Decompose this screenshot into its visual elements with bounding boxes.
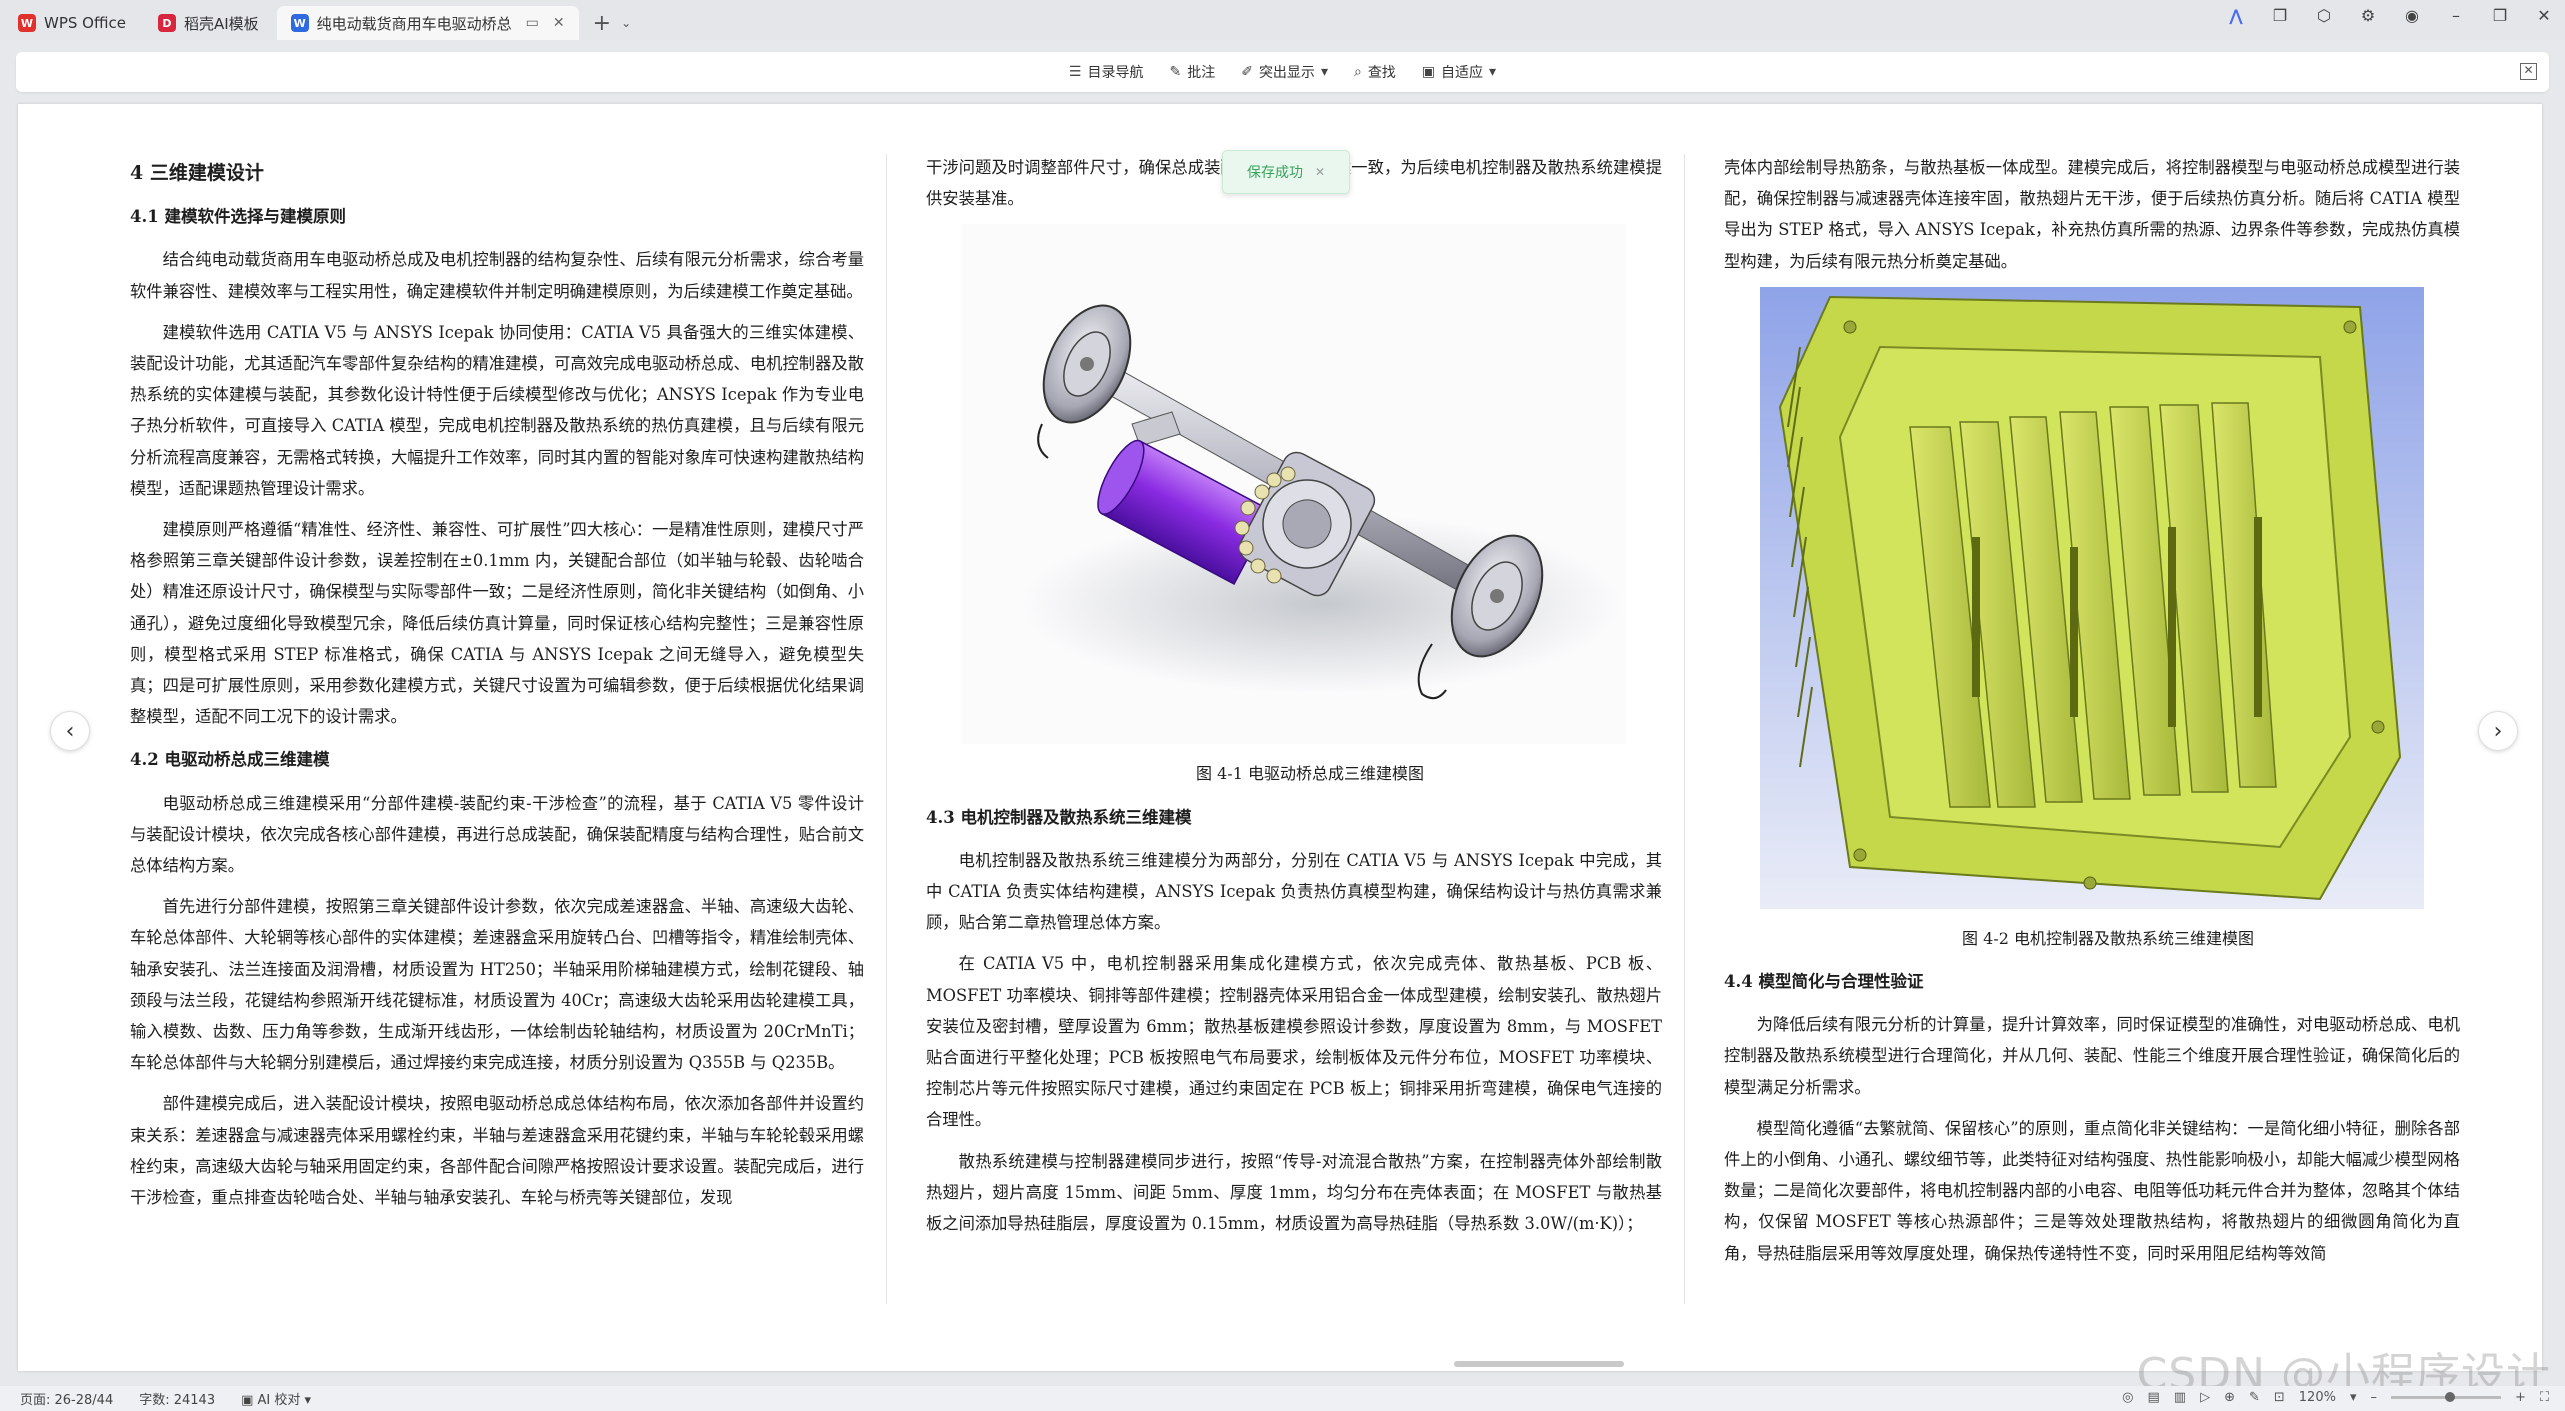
word-count[interactable]: 字数: 24143 xyxy=(139,1389,215,1408)
tab-docer-templates[interactable]: D 稻壳AI模板 xyxy=(144,6,273,40)
zoom-slider[interactable] xyxy=(2390,1392,2501,1402)
wps-logo-icon: W xyxy=(18,14,36,32)
heading-4-3: 4.3 电机控制器及散热系统三维建模 xyxy=(926,807,1192,827)
chevron-down-icon: ▾ xyxy=(300,1393,312,1408)
paragraph: 为降低后续有限元分析的计算量，提升计算效率，同时保证模型的准确性，对电驱动桥总成… xyxy=(1724,1015,2460,1097)
highlighter-icon: ✐ xyxy=(1241,64,1253,80)
document-page[interactable]: 4 三维建模设计 4.1 建模软件选择与建模原则 结合纯电动载货商用车电驱动桥总… xyxy=(18,104,2542,1371)
paragraph: 建模原则严格遵循“精准性、经济性、兼容性、可扩展性”四大核心：一是精准性原则，建… xyxy=(130,520,864,727)
next-page-button[interactable]: › xyxy=(2478,711,2518,751)
find-button[interactable]: ⌕ 查找 xyxy=(1354,62,1396,82)
reader-toolbar: ☰ 目录导航 ✎ 批注 ✐ 突出显示 ▾ ⌕ 查找 ▣ 自适应 ▾ ✕ xyxy=(16,52,2549,92)
read-view-icon[interactable]: ▥ xyxy=(2174,1390,2186,1405)
close-icon[interactable]: ✕ xyxy=(553,15,565,31)
fit-button[interactable]: ▣ 自适应 ▾ xyxy=(1422,62,1496,82)
new-tab-button[interactable]: + xyxy=(593,6,611,40)
highlight-button[interactable]: ✐ 突出显示 ▾ xyxy=(1241,62,1328,82)
monitor-icon[interactable]: ▭ xyxy=(526,15,539,31)
pen-icon[interactable]: ✎ xyxy=(2249,1390,2260,1405)
chevron-down-icon: ▾ xyxy=(1320,64,1328,80)
page-column-2: 干涉问题及时调整部件尺寸，确保总成装配结构与设计方案一致，为后续电机控制器及散热… xyxy=(926,152,1662,1249)
chevron-down-icon: ▾ xyxy=(1489,64,1497,80)
page-count[interactable]: 页面: 26-28/44 xyxy=(20,1389,113,1408)
zoom-slider-knob[interactable] xyxy=(2444,1392,2455,1402)
search-icon: ⌕ xyxy=(1353,64,1362,80)
paragraph: 电机控制器及散热系统三维建模分为两部分，分别在 CATIA V5 与 ANSYS… xyxy=(926,850,1662,933)
tab-label: 稻壳AI模板 xyxy=(183,14,259,33)
controller-heatsink-figure xyxy=(1760,286,2424,909)
nav-button[interactable]: ☰ 目录导航 xyxy=(1069,62,1144,82)
figure-caption: 图 4-1 电驱动桥总成三维建模图 xyxy=(1196,764,1424,784)
ai-check-button[interactable]: ▣ AI 校对 ▾ xyxy=(241,1389,311,1408)
save-success-toast: 保存成功 ✕ xyxy=(1222,150,1350,194)
avatar[interactable]: ◉ xyxy=(2401,6,2423,25)
paragraph: 建模软件选用 CATIA V5 与 ANSYS Icepak 协同使用：CATI… xyxy=(130,322,864,498)
chevron-down-icon[interactable]: ⌄ xyxy=(621,6,631,40)
heading-4-2: 4.2 电驱动桥总成三维建模 xyxy=(130,750,330,770)
title-bar: W WPS Office D 稻壳AI模板 W 纯电动载货商用车电驱动桥总 ▭ … xyxy=(0,0,2565,40)
web-view-icon[interactable]: ⊕ xyxy=(2224,1390,2235,1405)
minimize-button[interactable]: – xyxy=(2445,6,2467,25)
play-icon[interactable]: ▷ xyxy=(2200,1390,2210,1405)
eye-protection-icon[interactable]: ◎ xyxy=(2122,1390,2133,1405)
window-controls: ⋀ ❐ ⬡ ⚙ ◉ – ❐ ✕ xyxy=(2225,6,2555,25)
window-close-button[interactable]: ✕ xyxy=(2533,6,2555,25)
ai-check-label: AI 校对 xyxy=(257,1393,301,1408)
page-column-1: 4 三维建模设计 4.1 建模软件选择与建模原则 结合纯电动载货商用车电驱动桥总… xyxy=(130,144,864,1223)
heading-4: 4 三维建模设计 xyxy=(130,162,264,184)
column-divider xyxy=(1684,154,1685,1304)
axle-assembly-figure xyxy=(962,224,1626,745)
fullscreen-icon[interactable]: ⛶ xyxy=(2540,1390,2549,1405)
fit-label: 自适应 xyxy=(1441,65,1484,81)
column-divider xyxy=(886,154,887,1304)
ai-assistant-icon[interactable]: ⋀ xyxy=(2225,6,2247,25)
status-bar: 页面: 26-28/44 字数: 24143 ▣ AI 校对 ▾ ◎ ▤ ▥ ▷… xyxy=(0,1386,2565,1411)
paragraph: 结合纯电动载货商用车电驱动桥总成及电机控制器的结构复杂性、后续有限元分析需求，综… xyxy=(130,250,864,301)
tab-label: 纯电动载货商用车电驱动桥总 xyxy=(316,14,512,33)
paragraph: 部件建模完成后，进入装配设计模块，按照电驱动桥总成总体结构布局，依次添加各部件并… xyxy=(130,1094,864,1208)
chevron-down-icon[interactable]: ▾ xyxy=(2350,1390,2357,1405)
paragraph: 模型简化遵循“去繁就简、保留核心”的原则，重点简化非关键结构：一是简化细小特征，… xyxy=(1724,1118,2460,1263)
zoom-out-button[interactable]: – xyxy=(2370,1390,2377,1405)
paragraph: 电驱动桥总成三维建模采用“分部件建模-装配约束-干涉检查”的流程，基于 CATI… xyxy=(130,793,864,876)
fit-width-icon[interactable]: ⊡ xyxy=(2274,1390,2285,1405)
paragraph: 散热系统建模与控制器建模同步进行，按照“传导-对流混合散热”方案，在控制器壳体外… xyxy=(926,1151,1662,1234)
paragraph: 壳体内部绘制导热筋条，与散热基板一体成型。建模完成后，将控制器模型与电驱动桥总成… xyxy=(1724,158,2460,271)
exit-reading-mode-button[interactable]: ✕ xyxy=(2520,63,2537,80)
restore-button[interactable]: ❐ xyxy=(2489,6,2511,25)
figure-caption: 图 4-2 电机控制器及散热系统三维建模图 xyxy=(1962,928,2254,948)
tab-current-document[interactable]: W 纯电动载货商用车电驱动桥总 ▭ ✕ xyxy=(276,6,579,40)
heading-4-4: 4.4 模型简化与合理性验证 xyxy=(1724,972,1924,992)
settings-icon[interactable]: ⚙ xyxy=(2357,6,2379,25)
tab-label: WPS Office xyxy=(44,14,126,32)
window-layout-icon[interactable]: ❐ xyxy=(2269,6,2291,25)
toast-text: 保存成功 xyxy=(1246,165,1303,181)
nav-label: 目录导航 xyxy=(1087,65,1144,81)
find-label: 查找 xyxy=(1367,65,1396,81)
zoom-in-button[interactable]: + xyxy=(2515,1390,2526,1405)
tab-wps-office[interactable]: W WPS Office xyxy=(4,6,140,40)
comment-icon: ✎ xyxy=(1169,64,1182,80)
chevron-left-icon: ‹ xyxy=(65,718,75,744)
chevron-right-icon: › xyxy=(2493,718,2503,744)
page-column-3: 壳体内部绘制导热筋条，与散热基板一体成型。建模完成后，将控制器模型与电驱动桥总成… xyxy=(1724,152,2460,1279)
comment-label: 批注 xyxy=(1187,65,1216,81)
fit-page-icon: ▣ xyxy=(1421,64,1436,80)
comment-button[interactable]: ✎ 批注 xyxy=(1169,62,1215,82)
horizontal-scrollbar[interactable] xyxy=(1454,1361,1624,1367)
zoom-level[interactable]: 120% xyxy=(2299,1390,2336,1405)
docer-icon: D xyxy=(157,14,176,32)
cube-icon[interactable]: ⬡ xyxy=(2313,6,2335,25)
paragraph: 在 CATIA V5 中，电机控制器采用集成化建模方式，依次完成壳体、散热基板、… xyxy=(926,954,1662,1130)
ai-check-icon: ▣ xyxy=(241,1393,258,1408)
outline-icon: ☰ xyxy=(1068,64,1082,80)
status-right-controls: ◎ ▤ ▥ ▷ ⊕ ✎ ⊡ 120% ▾ – + ⛶ xyxy=(2122,1390,2549,1405)
close-icon[interactable]: ✕ xyxy=(1315,165,1325,179)
prev-page-button[interactable]: ‹ xyxy=(50,711,90,751)
highlight-label: 突出显示 xyxy=(1258,65,1315,81)
page-view-icon[interactable]: ▤ xyxy=(2147,1390,2159,1405)
paragraph: 首先进行分部件建模，按照第三章关键部件设计参数，依次完成差速器盒、半轴、高速级大… xyxy=(130,897,864,1073)
writer-doc-icon: W xyxy=(290,14,309,32)
heading-4-1: 4.1 建模软件选择与建模原则 xyxy=(130,207,346,227)
